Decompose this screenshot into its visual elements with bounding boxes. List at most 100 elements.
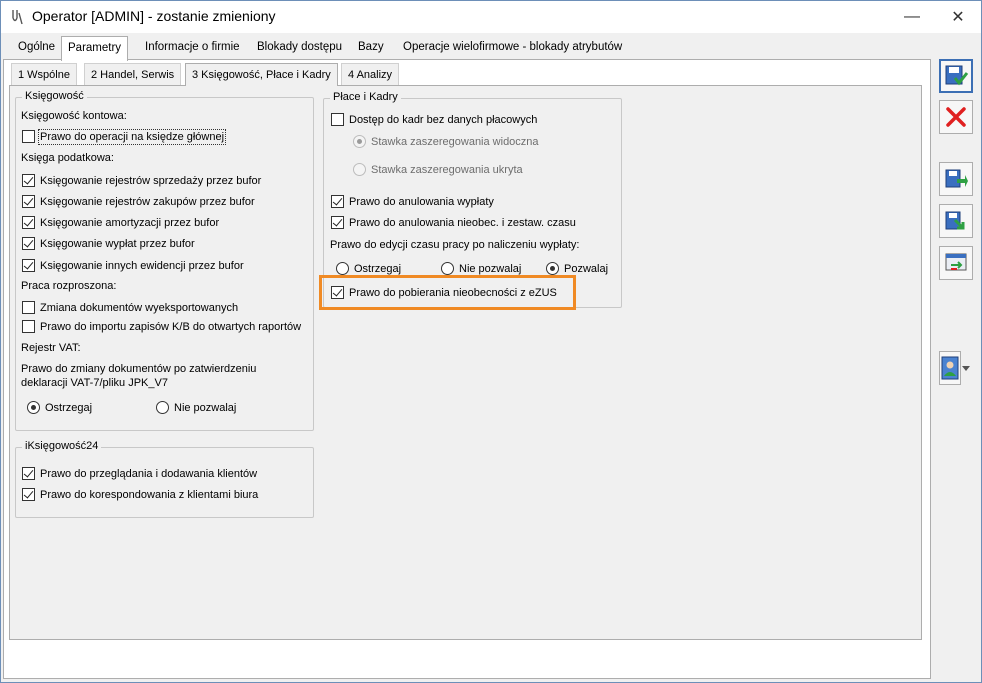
subtab-wspolne[interactable]: 1 Wspólne [11,63,77,85]
ksiegowanie-zakupow-checkbox[interactable]: Księgowanie rejestrów zakupów przez bufo… [22,195,255,208]
ksiegowanie-amortyzacji-checkbox[interactable]: Księgowanie amortyzacji przez bufor [22,216,219,229]
vat-text-line1: Prawo do zmiany dokumentów po zatwierdze… [21,363,257,375]
save-and-new-button[interactable] [939,162,973,196]
tab-informacje-o-firmie[interactable]: Informacje o firmie [139,36,246,60]
radio-button[interactable] [441,262,454,275]
operator-window: Operator [ADMIN] - zostanie zmieniony — … [0,0,982,683]
tab-parametry[interactable]: Parametry [61,36,129,61]
checkbox-label: Prawo do importu zapisów K/B do otwartyc… [40,320,302,333]
app-icon [12,10,23,25]
ksiegowosc-group-title: Księgowość [22,90,87,102]
checkbox-box[interactable] [22,320,35,333]
checkbox-label: Prawo do przeglądania i dodawania klient… [40,467,258,480]
ksiegowosc-kontowa-label: Księgowość kontowa: [21,110,127,122]
anulowanie-nieobecnosci-checkbox[interactable]: Prawo do anulowania nieobec. i zestaw. c… [331,216,576,229]
rejestr-vat-label: Rejestr VAT: [21,342,81,354]
close-icon: ✕ [951,8,965,26]
checkbox-label: Księgowanie wypłat przez bufor [40,237,195,250]
radio-label: Nie pozwalaj [174,401,237,414]
checkbox-box[interactable] [331,216,344,229]
edycja-nie-pozwalaj-radio[interactable]: Nie pozwalaj [441,262,521,275]
checkbox-box[interactable] [22,488,35,501]
checkbox-box[interactable] [22,174,35,187]
tab-operacje-wielofirmowe[interactable]: Operacje wielofirmowe - blokady atrybutó… [397,36,628,60]
radio-label: Nie pozwalaj [459,262,522,275]
close-button[interactable]: ✕ [935,1,981,32]
ksiegowanie-innych-checkbox[interactable]: Księgowanie innych ewidencji przez bufor [22,259,244,272]
edycja-czasu-label: Prawo do edycji czasu pracy po naliczeni… [330,239,580,251]
radio-label: Pozwalaj [564,262,609,275]
tab-blokady-dostepu[interactable]: Blokady dostępu [251,36,348,60]
stawka-widoczna-radio[interactable]: Stawka zaszeregowania widoczna [353,135,539,148]
vat-ostrzegaj-radio[interactable]: Ostrzegaj [27,401,92,414]
main-tabs: Ogólne Parametry Informacje o firmie Blo… [1,36,931,61]
save-and-new-icon [945,169,968,188]
checkbox-label: Księgowanie amortyzacji przez bufor [40,216,220,229]
checkbox-box[interactable] [22,301,35,314]
radio-label: Ostrzegaj [45,401,93,414]
subtab-handel-serwis[interactable]: 2 Handel, Serwis [84,63,182,85]
checkbox-label: Prawo do anulowania nieobec. i zestaw. c… [349,216,576,229]
ksiegowanie-sprzedazy-checkbox[interactable]: Księgowanie rejestrów sprzedaży przez bu… [22,174,261,187]
save-icon [945,65,969,86]
edycja-ostrzegaj-radio[interactable]: Ostrzegaj [336,262,401,275]
checkbox-label: Prawo do korespondowania z klientami biu… [40,488,259,501]
cancel-button[interactable] [939,100,973,134]
checkbox-box[interactable] [22,237,35,250]
praca-rozproszona-label: Praca rozproszona: [21,280,117,292]
ksiega-podatkowa-label: Księga podatkowa: [21,152,114,164]
radio-button[interactable] [353,163,366,176]
checkbox-label: Księgowanie rejestrów zakupów przez bufo… [40,195,255,208]
iksiegowosc-group: iKsięgowość24 [15,440,314,518]
dostep-kadr-checkbox[interactable]: Dostęp do kadr bez danych płacowych [331,113,537,126]
iksiegowosc-group-title: iKsięgowość24 [22,440,102,452]
operator-card-icon [941,356,959,380]
radio-label: Stawka zaszeregowania ukryta [371,163,523,176]
subtab-analizy[interactable]: 4 Analizy [341,63,400,85]
radio-button[interactable] [336,262,349,275]
radio-button[interactable] [546,262,559,275]
przegladanie-klientow-checkbox[interactable]: Prawo do przeglądania i dodawania klient… [22,467,257,480]
title-bar: Operator [ADMIN] - zostanie zmieniony — … [1,1,981,33]
chevron-down-icon [962,365,970,371]
checkbox-label: Prawo do anulowania wypłaty [349,195,494,208]
korespondowanie-klienci-checkbox[interactable]: Prawo do korespondowania z klientami biu… [22,488,258,501]
ksiegowanie-wyplat-checkbox[interactable]: Księgowanie wypłat przez bufor [22,237,195,250]
vat-nie-pozwalaj-radio[interactable]: Nie pozwalaj [156,401,236,414]
zmiana-dokumentow-checkbox[interactable]: Zmiana dokumentów wyeksportowanych [22,301,238,314]
operator-card-dropdown[interactable] [959,351,973,385]
radio-button[interactable] [353,135,366,148]
save-and-copy-icon [945,211,965,230]
checkbox-label: Księgowanie rejestrów sprzedaży przez bu… [40,174,262,187]
import-zapisow-checkbox[interactable]: Prawo do importu zapisów K/B do otwartyc… [22,320,301,333]
save-and-copy-button[interactable] [939,204,973,238]
tab-ogolne[interactable]: Ogólne [12,36,61,60]
checkbox-box[interactable] [22,259,35,272]
subtab-ksiegowosc-place-kadry[interactable]: 3 Księgowość, Płace i Kadry [185,63,338,86]
change-icon [945,253,967,271]
minimize-button[interactable]: — [889,1,935,32]
checkbox-box[interactable] [22,467,35,480]
checkbox-box[interactable] [331,195,344,208]
checkbox-label: Księgowanie innych ewidencji przez bufor [40,259,244,272]
radio-label: Ostrzegaj [354,262,402,275]
ezus-highlight-frame [319,275,576,310]
prawo-operacji-ksiega-checkbox[interactable]: Prawo do operacji na księdze głównej [22,128,227,145]
anulowanie-wyplaty-checkbox[interactable]: Prawo do anulowania wypłaty [331,195,494,208]
place-kadry-group-title: Płace i Kadry [330,91,401,103]
change-button[interactable] [939,246,973,280]
checkbox-label: Prawo do operacji na księdze głównej [37,128,227,145]
checkbox-box[interactable] [22,195,35,208]
checkbox-box[interactable] [22,216,35,229]
radio-button[interactable] [27,401,40,414]
save-button[interactable] [939,59,973,93]
vat-text-line2: deklaracji VAT-7/pliku JPK_V7 [21,377,168,389]
stawka-ukryta-radio[interactable]: Stawka zaszeregowania ukryta [353,163,523,176]
radio-label: Stawka zaszeregowania widoczna [371,135,539,148]
radio-button[interactable] [156,401,169,414]
edycja-pozwalaj-radio[interactable]: Pozwalaj [546,262,608,275]
tab-bazy[interactable]: Bazy [352,36,390,60]
checkbox-box[interactable] [331,113,344,126]
operator-card-button[interactable] [939,351,961,385]
checkbox-box[interactable] [22,130,35,143]
